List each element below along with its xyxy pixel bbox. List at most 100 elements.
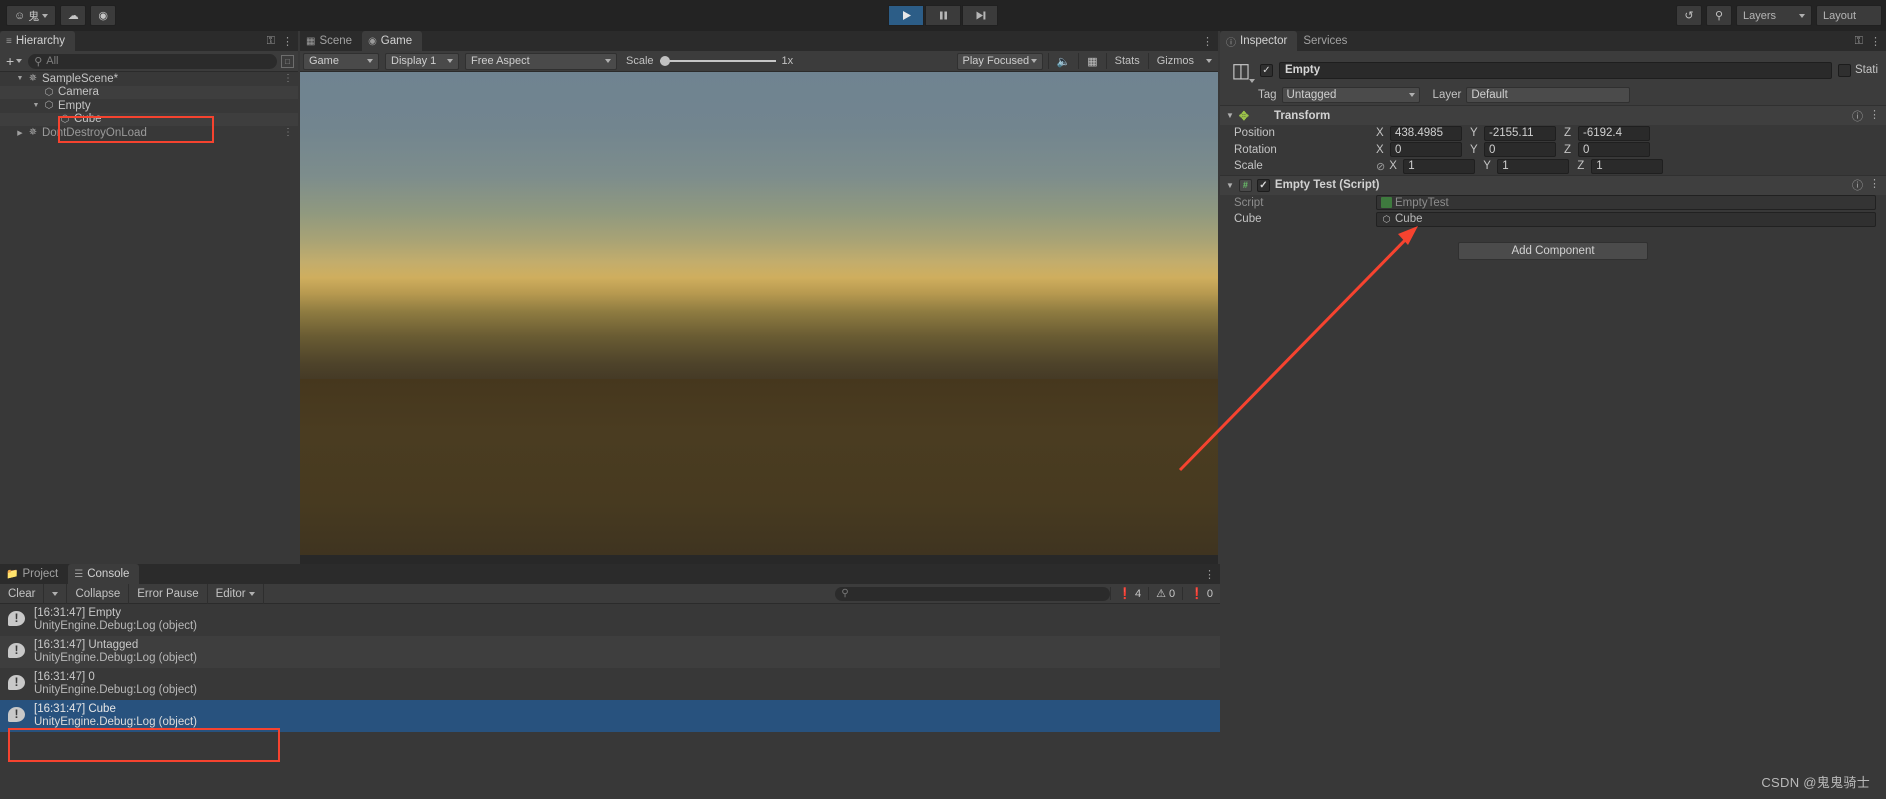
console-counter-warning-icon[interactable]: ⚠ 0 [1148,587,1182,600]
script-component-header[interactable]: ▼ # ✓ Empty Test (Script) ⓘ ⋮ [1220,174,1886,195]
game-display-mode-dropdown[interactable]: Game [303,52,379,70]
transform-scale-y-input[interactable]: 1 [1497,158,1570,174]
collapse-button[interactable]: Collapse [67,583,130,604]
game-render-canvas[interactable] [300,72,1218,555]
cloud-button[interactable]: ☁ [60,5,87,26]
gameobject-icon: ⬡ [1382,213,1391,224]
collab-button[interactable]: ◉ [90,5,117,26]
kebab-menu-icon[interactable]: ⋮ [282,35,293,48]
plus-icon: + [6,53,15,69]
mute-audio-button[interactable]: 🔈 [1051,53,1077,70]
transform-rotation-y-input[interactable]: 0 [1484,142,1556,158]
layer-dropdown[interactable]: Default [1466,87,1631,103]
editor-dropdown[interactable]: Editor [208,583,264,604]
kebab-menu-icon[interactable]: ⋮ [1204,568,1215,581]
hierarchy-view-options-icon[interactable]: □ [281,54,294,68]
tag-dropdown[interactable]: Untagged [1281,87,1420,103]
play-mode-dropdown[interactable]: Play Focused [956,52,1043,70]
tab-services[interactable]: Services [1297,31,1357,51]
console-log-row[interactable]: ! [16:31:47] 0 UnityEngine.Debug:Log (obje… [0,668,1220,700]
hierarchy-search-placeholder: All [46,55,59,67]
console-counter-log-icon[interactable]: ❗ 4 [1110,587,1148,600]
lock-icon[interactable]: ⚿ [1855,35,1863,48]
console-log-row[interactable]: ! [16:31:47] Cube UnityEngine.Debug:Log (o… [0,700,1220,732]
transform-rotation-x-input[interactable]: 0 [1390,142,1462,158]
game-view-panel: ▦ Scene ◉ Game ⋮ Game Display 1 Free Asp… [300,31,1218,564]
transform-rotation-z-input[interactable]: 0 [1578,142,1650,158]
static-label: Stati [1854,64,1878,76]
gameobject-enabled-checkbox[interactable]: ✓ [1260,63,1273,77]
inspector-panel: ⓘ Inspector Services ⚿ ⋮ ◫ ✓ Empty . Sta… [1220,31,1886,799]
help-icon[interactable]: ⓘ [1852,177,1863,193]
help-icon[interactable]: ⓘ [1852,108,1863,124]
create-gameobject-button[interactable]: + [4,53,24,69]
play-button[interactable] [888,5,924,26]
gizmos-button[interactable]: Gizmos [1151,53,1200,70]
hierarchy-item-cube[interactable]: ⬡ Cube [0,112,298,126]
tab-project[interactable]: 📁 Project [0,564,68,584]
stats-button[interactable]: Stats [1109,53,1146,70]
hierarchy-search-input[interactable]: ⚲ All [28,53,277,69]
tab-game[interactable]: ◉ Game [362,31,423,51]
chevron-down-icon[interactable]: ▼ [1226,111,1234,120]
add-component-button[interactable]: Add Component [1458,241,1648,260]
lock-icon[interactable]: ⚿ [267,35,275,48]
transform-scale-x-input[interactable]: 1 [1403,158,1476,174]
axis-label-z: Z [1564,143,1572,156]
console-counter-error-icon[interactable]: ❗ 0 [1182,587,1220,600]
console-log-row[interactable]: ! [16:31:47] Empty UnityEngine.Debug:Log (… [0,604,1220,636]
tab-console[interactable]: ☰ Console [68,564,140,584]
history-button[interactable]: ↺ [1676,5,1702,26]
script-field-object-input[interactable]: EmptyTest [1376,195,1876,211]
console-log-row[interactable]: ! [16:31:47] Untagged UnityEngine.Debug:Lo… [0,636,1220,668]
aspect-ratio-dropdown[interactable]: Free Aspect [465,52,617,70]
scale-slider[interactable] [659,56,776,66]
script-enabled-checkbox[interactable]: ✓ [1256,178,1270,192]
unity-editor-window: ☺ 鬼 ☁ ◉ ↺ ⚲ Layers Layout ≡ Hierarchy ⚿ … [0,0,1886,799]
kebab-menu-icon[interactable]: ⋮ [1870,35,1881,48]
hierarchy-item-dontdestroyonload[interactable]: ▶ ✵ DontDestroyOnLoad ⋮ [0,126,298,140]
tab-inspector[interactable]: ⓘ Inspector [1220,31,1298,51]
scale-slider-handle[interactable] [659,56,670,66]
preset-icon[interactable]: ⋮ [1869,177,1880,193]
transform-scale-z-input[interactable]: 1 [1591,158,1664,174]
frame-debugger-icon: ▦ [1087,55,1098,68]
script-field-object-input[interactable]: ⬡ Cube [1376,211,1876,227]
search-button[interactable]: ⚲ [1706,5,1732,26]
chevron-down-icon[interactable]: ▼ [1226,181,1234,190]
kebab-menu-icon[interactable]: ⋮ [283,73,293,84]
frame-debugger-button[interactable]: ▦ [1081,53,1103,70]
layout-dropdown[interactable]: Layout [1816,5,1882,26]
tab-scene[interactable]: ▦ Scene [300,31,362,51]
transform-position-y-input[interactable]: -2155.11 [1484,125,1556,141]
transform-position-x-input[interactable]: 438.4985 [1390,125,1462,141]
error-pause-button[interactable]: Error Pause [129,583,208,604]
kebab-menu-icon[interactable]: ⋮ [283,127,293,138]
kebab-menu-icon[interactable]: ⋮ [1202,35,1213,48]
console-footer [0,769,1220,799]
transform-position-z-input[interactable]: -6192.4 [1578,125,1650,141]
display-number-dropdown[interactable]: Display 1 [385,52,459,70]
chevron-down-icon[interactable]: ▼ [14,75,26,82]
clear-dropdown[interactable] [44,583,68,604]
layers-dropdown[interactable]: Layers [1736,5,1812,26]
axis-label-x: X [1376,143,1384,156]
hierarchy-item-camera[interactable]: ⬡ Camera [0,85,298,99]
step-button[interactable] [962,5,998,26]
tab-hierarchy[interactable]: ≡ Hierarchy [0,31,76,51]
pause-button[interactable] [925,5,961,26]
transform-component-header[interactable]: ▼ ✥ Transform ⓘ ⋮ [1220,105,1886,125]
gameobject-name-input[interactable]: Empty [1279,61,1832,79]
chevron-down-icon[interactable]: ▼ [30,102,42,109]
clear-button[interactable]: Clear [0,583,45,604]
account-button[interactable]: ☺ 鬼 [6,5,57,26]
chevron-right-icon[interactable]: ▶ [14,129,26,137]
gameobject-name-value: Empty [1285,64,1321,76]
preset-icon[interactable]: ⋮ [1869,108,1880,124]
gizmos-dropdown[interactable] [1200,53,1218,70]
constrain-proportions-off-icon[interactable]: ⊘ [1376,160,1385,173]
static-checkbox[interactable]: . [1837,63,1851,77]
hierarchy-item-empty[interactable]: ▼ ⬡ Empty [0,99,298,113]
console-search-input[interactable]: ⚲ [835,586,1111,601]
hierarchy-item-samplescene[interactable]: ▼ ✵ SampleScene* ⋮ [0,72,298,86]
